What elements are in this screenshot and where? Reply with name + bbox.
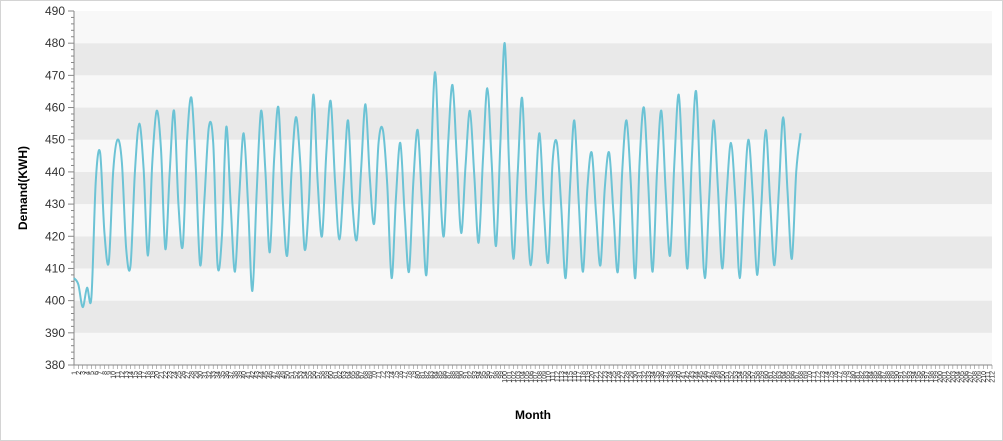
grid-band xyxy=(74,11,992,44)
y-tick-label: 450 xyxy=(45,133,65,147)
grid-band xyxy=(74,43,992,76)
grid-band xyxy=(74,268,992,301)
y-axis: 380 390 400 410 420 430 440 450 460 470 480 490 xyxy=(45,4,75,372)
x-tick-label: 212 xyxy=(990,371,997,383)
y-tick-label: 380 xyxy=(45,358,65,372)
y-tick-label: 400 xyxy=(45,294,65,308)
grid-bands xyxy=(74,11,992,365)
grid-band xyxy=(74,139,992,172)
grid-band xyxy=(74,332,992,365)
x-axis: 1234567891011121314151617181920212223242… xyxy=(72,364,997,383)
y-tick-label: 430 xyxy=(45,197,65,211)
y-tick-label: 390 xyxy=(45,326,65,340)
y-tick-label: 490 xyxy=(45,4,65,18)
x-axis-title: Month xyxy=(515,408,551,422)
y-axis-title: Demand(KWH) xyxy=(16,146,30,230)
demand-line-chart: 380 390 400 410 420 430 440 450 460 470 480 490 123… xyxy=(0,0,1003,441)
y-tick-label: 420 xyxy=(45,229,65,243)
y-tick-label: 410 xyxy=(45,261,65,275)
grid-band xyxy=(74,75,992,108)
y-tick-label: 460 xyxy=(45,101,65,115)
y-tick-label: 480 xyxy=(45,36,65,50)
y-tick-label: 440 xyxy=(45,165,65,179)
grid-band xyxy=(74,171,992,205)
chart-canvas: 380 390 400 410 420 430 440 450 460 470 480 490 123… xyxy=(16,4,997,422)
y-tick-label: 470 xyxy=(45,68,65,82)
grid-band xyxy=(74,300,992,333)
